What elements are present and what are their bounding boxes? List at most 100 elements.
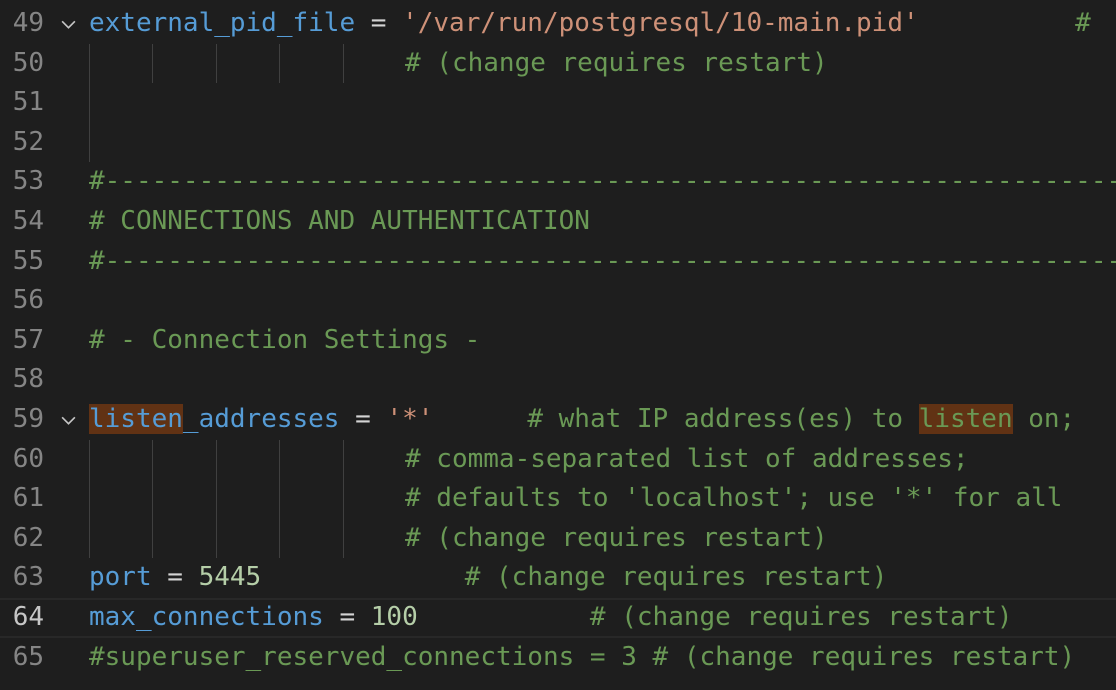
code-token: # defaults to 'localhost'; use '*' for a…	[405, 483, 1063, 514]
line-number: 54	[12, 206, 44, 236]
code-token: listen	[89, 404, 183, 434]
code-token: # (change requires restart)	[261, 562, 888, 593]
editor-line-65[interactable]: 65 #superuser_reserved_connections = 3 # …	[0, 638, 1116, 678]
editor-line-60[interactable]: 60 # comma-separated list of addresses;	[0, 439, 1116, 480]
code-token: =	[339, 404, 387, 434]
editor-line-49[interactable]: 49 external_pid_file = '/var/run/postgres…	[0, 4, 1116, 44]
indent-guide	[279, 43, 280, 84]
indent-guide	[152, 479, 153, 519]
indent-guide	[343, 43, 344, 84]
line-code[interactable]: #superuser_reserved_connections = 3 # (c…	[89, 638, 1075, 678]
code-token: port	[89, 562, 152, 593]
code-token: '*'	[386, 404, 434, 434]
code-token: #	[918, 8, 1091, 38]
indent-guide	[279, 518, 280, 559]
indent-guide	[279, 479, 280, 519]
line-code[interactable]: port = 5445 # (change requires restart)	[89, 558, 887, 598]
code-token: 5445	[198, 562, 262, 593]
indent-guide	[343, 518, 344, 559]
indent-guide	[343, 439, 344, 480]
indent-guide	[216, 479, 217, 519]
code-token: #---------------------------------------…	[89, 166, 1116, 197]
indent-guide	[89, 83, 90, 123]
indent-guide	[89, 439, 90, 480]
line-number: 62	[12, 522, 44, 553]
line-number: 60	[12, 443, 44, 474]
line-number: 57	[12, 324, 44, 355]
indent-guide	[216, 518, 217, 559]
editor-line-50[interactable]: 50 # (change requires restart)	[0, 43, 1116, 84]
line-code[interactable]: # comma-separated list of addresses;	[405, 440, 969, 480]
line-number: 51	[12, 87, 44, 118]
editor-line-58[interactable]: 58	[0, 360, 1116, 400]
line-number: 50	[12, 47, 44, 78]
line-code[interactable]: max_connections = 100 # (change requires…	[89, 598, 1013, 638]
code-token: # (change requires restart)	[405, 47, 828, 78]
line-number: 55	[12, 245, 44, 276]
editor-line-55[interactable]: 55 #-------------------------------------…	[0, 242, 1116, 282]
line-code[interactable]: # CONNECTIONS AND AUTHENTICATION	[89, 202, 590, 242]
editor-line-61[interactable]: 61 # defaults to 'localhost'; use '*' for…	[0, 479, 1116, 519]
line-code[interactable]: # (change requires restart)	[405, 519, 828, 559]
code-token: # (change requires restart)	[405, 522, 828, 553]
line-number: 61	[12, 483, 44, 514]
code-token: # comma-separated list of addresses;	[405, 443, 969, 474]
editor-line-52[interactable]: 52	[0, 122, 1116, 163]
indent-guide	[216, 43, 217, 84]
code-token: =	[323, 602, 371, 632]
line-code[interactable]: # defaults to 'localhost'; use '*' for a…	[405, 479, 1062, 519]
code-token: _addresses	[182, 404, 340, 434]
line-number: 58	[12, 364, 44, 395]
code-token: listen	[918, 404, 1013, 434]
editor-line-57[interactable]: 57 # - Connection Settings -	[0, 321, 1116, 361]
indent-guide	[89, 518, 90, 559]
indent-guide	[279, 439, 280, 480]
indent-guide	[343, 479, 344, 519]
line-code[interactable]: # - Connection Settings -	[89, 321, 480, 361]
line-number: 59	[12, 404, 44, 434]
indent-guide	[152, 43, 153, 84]
code-token: '/var/run/postgresql/10-main.pid'	[402, 8, 919, 38]
code-token: on;	[1012, 404, 1076, 434]
code-token: # what IP address(es) to	[433, 404, 919, 434]
code-token: # CONNECTIONS AND AUTHENTICATION	[89, 206, 590, 236]
indent-guide	[89, 479, 90, 519]
indent-guide	[89, 43, 90, 84]
fold-chevron-icon[interactable]	[60, 16, 77, 33]
line-number: 64	[12, 602, 44, 632]
line-number: 53	[12, 166, 44, 197]
indent-guide	[89, 122, 90, 163]
editor-line-63[interactable]: 63 port = 5445 # (change requires restart…	[0, 558, 1116, 598]
line-code[interactable]: listen_addresses = '*' # what IP address…	[89, 400, 1075, 440]
code-editor[interactable]: 49 external_pid_file = '/var/run/postgres…	[0, 0, 1116, 690]
line-code[interactable]: #---------------------------------------…	[89, 242, 1116, 282]
indent-guide	[152, 518, 153, 559]
code-token: 100	[370, 602, 418, 632]
editor-line-51[interactable]: 51	[0, 83, 1116, 123]
line-number: 63	[12, 562, 44, 593]
code-token: external_pid_file	[89, 8, 356, 38]
line-number: 52	[12, 126, 44, 157]
editor-line-53[interactable]: 53 #-------------------------------------…	[0, 162, 1116, 202]
editor-line-64[interactable]: 64 max_connections = 100 # (change requir…	[0, 598, 1116, 638]
code-token: =	[151, 562, 199, 593]
code-token: #---------------------------------------…	[89, 245, 1116, 276]
code-token: # - Connection Settings -	[89, 324, 481, 355]
line-code[interactable]: #---------------------------------------…	[89, 162, 1116, 202]
code-token: # (change requires restart)	[417, 602, 1013, 632]
line-number: 65	[12, 641, 44, 672]
line-number: 56	[12, 285, 44, 316]
code-token: =	[355, 8, 403, 38]
fold-chevron-icon[interactable]	[60, 412, 77, 429]
line-number: 49	[12, 8, 44, 38]
code-token: max_connections	[89, 602, 324, 632]
line-code[interactable]: # (change requires restart)	[405, 44, 828, 84]
indent-guide	[216, 439, 217, 480]
editor-line-59[interactable]: 59 listen_addresses = '*' # what IP addre…	[0, 400, 1116, 440]
code-token: #superuser_reserved_connections = 3 # (c…	[89, 641, 1076, 672]
editor-line-62[interactable]: 62 # (change requires restart)	[0, 518, 1116, 559]
editor-line-54[interactable]: 54 # CONNECTIONS AND AUTHENTICATION	[0, 202, 1116, 242]
editor-line-56[interactable]: 56	[0, 281, 1116, 321]
line-code[interactable]: external_pid_file = '/var/run/postgresql…	[89, 4, 1091, 44]
indent-guide	[152, 439, 153, 480]
